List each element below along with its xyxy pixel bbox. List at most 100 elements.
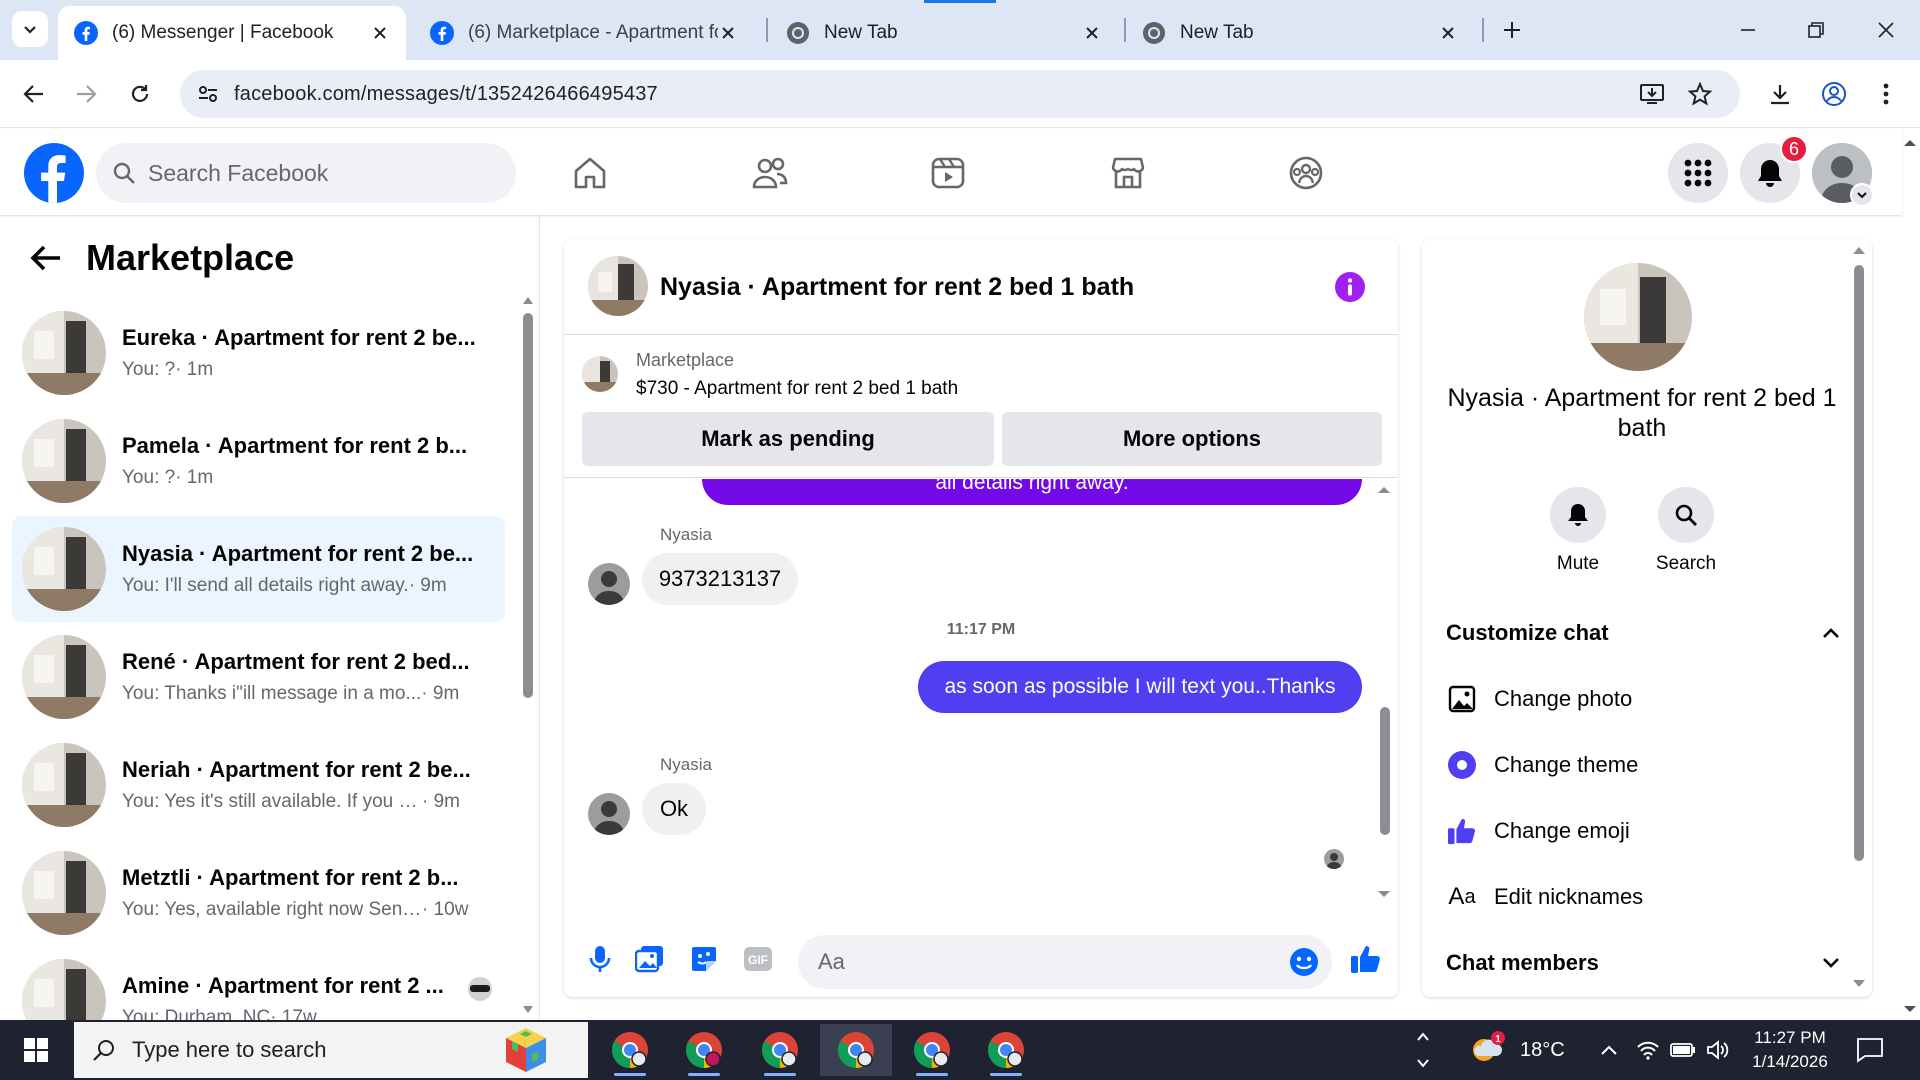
facebook-search-input[interactable]: Search Facebook: [96, 143, 516, 203]
address-bar[interactable]: facebook.com/messages/t/1352426466495437: [180, 70, 1740, 118]
back-button[interactable]: [16, 76, 52, 112]
conversation-item[interactable]: Neriah · Apartment for rent 2 be... You: …: [12, 732, 505, 838]
change-photo-option[interactable]: Change photo: [1446, 679, 1840, 719]
nav-friends[interactable]: [746, 149, 794, 197]
customize-chat-section[interactable]: Customize chat: [1446, 613, 1840, 653]
attach-photo-button[interactable]: [632, 941, 668, 977]
start-button[interactable]: [0, 1020, 72, 1080]
taskbar-chrome-app[interactable]: [970, 1024, 1042, 1076]
nav-groups[interactable]: [1282, 149, 1330, 197]
outgoing-message-bubble[interactable]: as soon as possible I will text you..Tha…: [918, 661, 1362, 713]
conversation-item[interactable]: Pamela · Apartment for rent 2 b... You: ?…: [12, 408, 505, 514]
voice-clip-button[interactable]: [582, 941, 618, 977]
taskbar-chrome-app[interactable]: [668, 1024, 740, 1076]
scrollbar-thumb[interactable]: [523, 313, 533, 698]
tab-new-1[interactable]: New Tab: [770, 6, 1118, 60]
conversation-item[interactable]: Amine · Apartment for rent 2 ... You: Dur…: [12, 948, 505, 1020]
wifi-icon[interactable]: [1636, 1040, 1660, 1060]
scroll-up-icon[interactable]: [1376, 485, 1392, 495]
tab-search-button[interactable]: [12, 11, 48, 47]
page-scroll-up-icon[interactable]: [1902, 138, 1918, 148]
chat-avatar[interactable]: [588, 256, 648, 316]
change-theme-option[interactable]: Change theme: [1446, 745, 1840, 785]
conversation-info-button[interactable]: [1334, 271, 1366, 303]
system-clock[interactable]: 11:27 PM 1/14/2026: [1730, 1026, 1850, 1074]
forward-button[interactable]: [68, 76, 104, 112]
profile-button[interactable]: [1816, 76, 1852, 112]
minimize-button[interactable]: [1714, 0, 1782, 60]
account-chevron-down-icon[interactable]: [1850, 183, 1874, 207]
mark-as-pending-button[interactable]: Mark as pending: [582, 412, 994, 466]
install-app-button[interactable]: [1634, 76, 1670, 112]
listing-price-title[interactable]: $730 - Apartment for rent 2 bed 1 bath: [636, 378, 958, 400]
close-window-button[interactable]: [1852, 0, 1920, 60]
taskbar-chrome-app[interactable]: [744, 1024, 816, 1076]
show-hidden-icons-chevron-icon[interactable]: [1600, 1044, 1618, 1056]
chat-members-section[interactable]: Chat members: [1446, 943, 1840, 983]
restore-button[interactable]: [1782, 0, 1850, 60]
notification-center-icon[interactable]: [1856, 1037, 1884, 1063]
info-panel-scrollbar[interactable]: [1852, 245, 1866, 991]
taskbar-chrome-app[interactable]: [820, 1024, 892, 1076]
tab-marketplace[interactable]: (6) Marketplace - Apartment for: [414, 6, 754, 60]
message-thread[interactable]: all details right away. Nyasia 937321313…: [564, 479, 1398, 909]
nav-marketplace[interactable]: [1104, 149, 1152, 197]
scroll-up-icon[interactable]: [522, 295, 534, 305]
more-options-button[interactable]: More options: [1002, 412, 1382, 466]
nav-video[interactable]: [924, 149, 972, 197]
incoming-message-bubble[interactable]: Ok: [642, 783, 706, 835]
tab-messenger[interactable]: (6) Messenger | Facebook: [58, 6, 406, 60]
emoji-button[interactable]: [1286, 944, 1322, 980]
send-like-button[interactable]: [1348, 941, 1384, 977]
site-info-icon[interactable]: [196, 82, 220, 106]
volume-icon[interactable]: [1706, 1040, 1730, 1060]
scroll-up-icon[interactable]: [1852, 245, 1866, 255]
conversation-item[interactable]: Eureka · Apartment for rent 2 be... You: …: [12, 300, 505, 406]
back-arrow-icon[interactable]: [30, 244, 62, 272]
scroll-down-icon[interactable]: [522, 1005, 534, 1015]
listing-thumbnail[interactable]: [582, 356, 618, 392]
outgoing-message-bubble[interactable]: all details right away.: [702, 479, 1362, 505]
conversation-list-scrollbar[interactable]: [522, 295, 534, 1015]
taskbar-chrome-app[interactable]: [594, 1024, 666, 1076]
close-tab-icon[interactable]: [1438, 23, 1458, 43]
battery-icon[interactable]: [1670, 1042, 1696, 1058]
close-tab-icon[interactable]: [1082, 23, 1102, 43]
taskbar-chrome-app[interactable]: [896, 1024, 968, 1076]
close-tab-icon[interactable]: [370, 23, 390, 43]
taskbar-scroll-icon[interactable]: [1416, 1030, 1430, 1070]
change-emoji-option[interactable]: Change emoji: [1446, 811, 1840, 851]
gif-button[interactable]: GIF: [740, 941, 776, 977]
scroll-down-icon[interactable]: [1376, 889, 1392, 899]
incoming-message-bubble[interactable]: 9373213137: [642, 553, 798, 605]
nav-home[interactable]: [566, 149, 614, 197]
menu-button[interactable]: [1668, 143, 1728, 203]
weather-widget[interactable]: 1 18°C: [1466, 1020, 1565, 1080]
bookmark-button[interactable]: [1682, 76, 1718, 112]
reload-button[interactable]: [122, 76, 158, 112]
sticker-button[interactable]: [686, 941, 722, 977]
sender-avatar[interactable]: [588, 793, 630, 835]
chat-title[interactable]: Nyasia · Apartment for rent 2 bed 1 bath: [660, 273, 1134, 302]
conversation-item[interactable]: Nyasia · Apartment for rent 2 be... You: …: [12, 516, 505, 622]
tab-new-2[interactable]: New Tab: [1126, 6, 1474, 60]
search-in-conversation-button[interactable]: Search: [1636, 487, 1736, 575]
message-input[interactable]: Aa: [798, 935, 1332, 989]
browser-menu-button[interactable]: [1868, 76, 1904, 112]
chat-scrollbar[interactable]: [1376, 485, 1392, 905]
taskbar-search-box[interactable]: Type here to search: [74, 1022, 588, 1078]
scrollbar-thumb[interactable]: [1854, 265, 1864, 861]
edit-nicknames-option[interactable]: Aa Edit nicknames: [1446, 877, 1840, 917]
page-scroll-down-icon[interactable]: [1902, 1004, 1918, 1014]
close-tab-icon[interactable]: [718, 23, 738, 43]
new-tab-button[interactable]: [1494, 12, 1530, 48]
mute-button[interactable]: Mute: [1528, 487, 1628, 575]
facebook-logo-icon[interactable]: [24, 143, 84, 203]
downloads-button[interactable]: [1762, 76, 1798, 112]
conversation-item[interactable]: René · Apartment for rent 2 bed... You: T…: [12, 624, 505, 730]
scroll-down-icon[interactable]: [1852, 979, 1866, 989]
sender-avatar[interactable]: [588, 563, 630, 605]
profile-avatar[interactable]: [1584, 263, 1692, 371]
scrollbar-thumb[interactable]: [1380, 707, 1390, 835]
conversation-item[interactable]: Metztli · Apartment for rent 2 b... You: …: [12, 840, 505, 946]
